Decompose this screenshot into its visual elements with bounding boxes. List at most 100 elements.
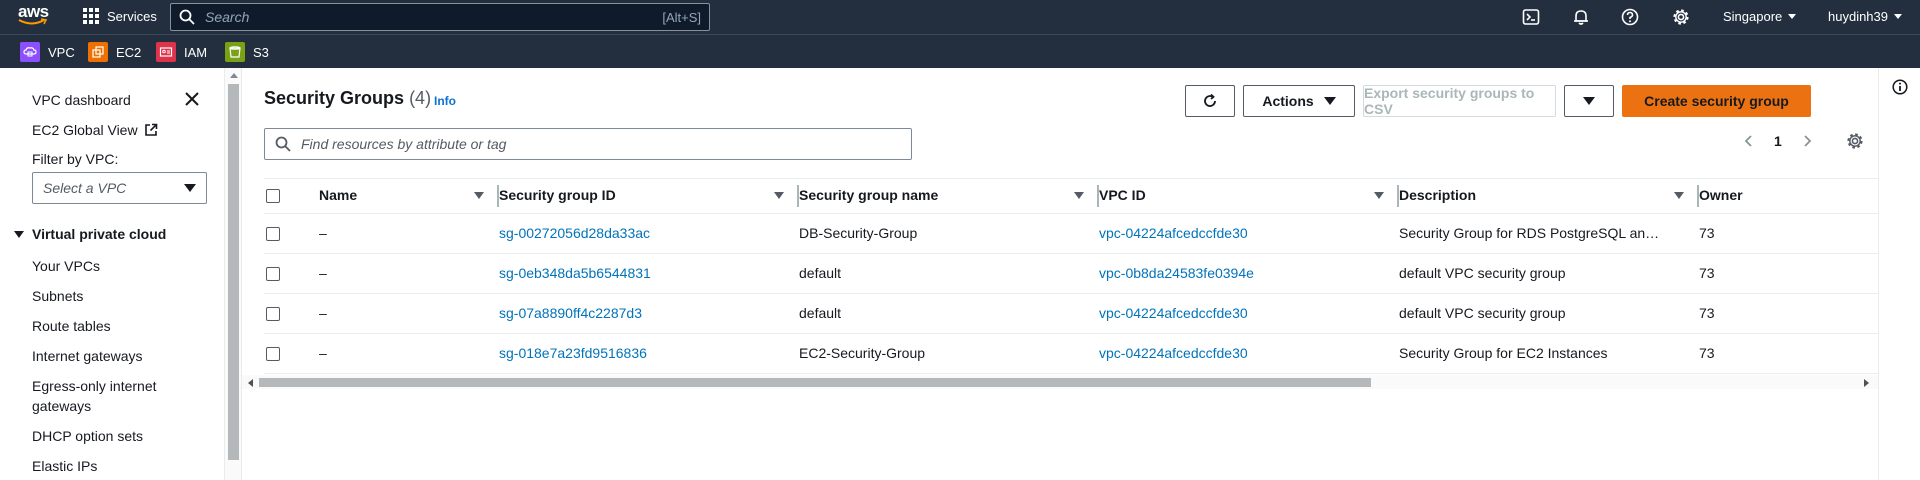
sort-caret-icon[interactable] bbox=[1674, 192, 1684, 199]
column-header-vpc-id[interactable]: VPC ID bbox=[1099, 187, 1146, 203]
sort-caret-icon[interactable] bbox=[474, 192, 484, 199]
section-virtual-private-cloud[interactable]: Virtual private cloud bbox=[14, 226, 166, 242]
account-menu[interactable]: huydinh39 bbox=[1828, 9, 1902, 24]
chevron-right-icon[interactable] bbox=[1800, 134, 1814, 148]
aws-logo[interactable]: aws bbox=[18, 3, 50, 29]
search-shortcut: [Alt+S] bbox=[662, 9, 701, 25]
cell-security-group-id[interactable]: sg-018e7a23fd9516836 bbox=[499, 345, 647, 361]
favorite-label: S3 bbox=[253, 44, 269, 60]
search-placeholder: Search bbox=[205, 9, 250, 25]
global-search-input[interactable]: Search [Alt+S] bbox=[170, 3, 710, 31]
scroll-up-arrow-icon[interactable] bbox=[230, 73, 238, 78]
column-header-owner[interactable]: Owner bbox=[1699, 187, 1743, 203]
region-selector[interactable]: Singapore bbox=[1723, 9, 1797, 24]
ec2-icon bbox=[88, 42, 108, 62]
current-page[interactable]: 1 bbox=[1774, 133, 1782, 149]
sidebar-item-route-tables[interactable]: Route tables bbox=[32, 316, 111, 336]
table-horizontal-scrollbar[interactable] bbox=[242, 375, 1878, 389]
row-checkbox[interactable] bbox=[266, 227, 280, 241]
cell-vpc-id[interactable]: vpc-04224afcedccfde30 bbox=[1099, 305, 1248, 321]
notifications-bell-icon[interactable] bbox=[1572, 8, 1590, 26]
resource-filter-field[interactable] bbox=[264, 128, 912, 160]
sidebar-scroll-thumb[interactable] bbox=[228, 84, 239, 460]
export-options-dropdown-button[interactable] bbox=[1564, 85, 1614, 117]
table-row[interactable]: – sg-00272056d28da33ac DB-Security-Group… bbox=[264, 214, 1878, 254]
favorite-label: VPC bbox=[48, 44, 75, 60]
scroll-right-arrow-icon[interactable] bbox=[1864, 379, 1869, 387]
column-header-security-group-id[interactable]: Security group ID bbox=[499, 187, 616, 203]
favorite-iam[interactable]: IAM bbox=[156, 42, 207, 62]
help-panel-rail bbox=[1878, 68, 1920, 480]
cell-vpc-id[interactable]: vpc-0b8da24583fe0394e bbox=[1099, 265, 1254, 281]
cell-owner: 73 bbox=[1699, 225, 1715, 241]
export-csv-button[interactable]: Export security groups to CSV bbox=[1363, 85, 1556, 117]
services-menu-button[interactable]: Services bbox=[83, 8, 157, 24]
help-icon[interactable] bbox=[1621, 8, 1639, 26]
cell-security-group-name: default bbox=[799, 305, 842, 321]
favorite-vpc[interactable]: VPC bbox=[20, 42, 75, 62]
table-row[interactable]: – sg-0eb348da5b6544831 default vpc-0b8da… bbox=[264, 254, 1878, 294]
top-navigation: aws Services Search [Alt+S] Singapore hu… bbox=[0, 0, 1920, 34]
refresh-button[interactable] bbox=[1185, 85, 1235, 117]
favorite-label: EC2 bbox=[116, 44, 142, 60]
caret-down-icon bbox=[1583, 97, 1595, 105]
row-checkbox[interactable] bbox=[266, 347, 280, 361]
page-title: Security Groups (4) bbox=[264, 88, 431, 109]
close-navigation-icon[interactable] bbox=[184, 91, 200, 107]
cell-vpc-id[interactable]: vpc-04224afcedccfde30 bbox=[1099, 225, 1248, 241]
select-all-checkbox[interactable] bbox=[266, 189, 280, 203]
cell-security-group-name: DB-Security-Group bbox=[799, 225, 918, 241]
favorites-bar: VPC EC2 IAM S3 bbox=[0, 34, 1920, 68]
resource-filter-input[interactable] bbox=[301, 136, 901, 152]
search-icon bbox=[275, 136, 291, 152]
aws-smile-icon bbox=[18, 18, 48, 25]
cell-security-group-id[interactable]: sg-07a8890ff4c2287d3 bbox=[499, 305, 642, 321]
pagination: 1 bbox=[1742, 132, 1864, 150]
search-icon bbox=[179, 9, 195, 25]
settings-gear-icon[interactable] bbox=[1672, 8, 1690, 26]
table-row[interactable]: – sg-018e7a23fd9516836 EC2-Security-Grou… bbox=[264, 334, 1878, 374]
refresh-icon bbox=[1204, 93, 1216, 107]
vpc-filter-select[interactable]: Select a VPC bbox=[32, 172, 207, 204]
info-link[interactable]: Info bbox=[434, 94, 456, 108]
services-grid-icon bbox=[83, 8, 99, 24]
sidebar-item-dhcp-option-sets[interactable]: DHCP option sets bbox=[32, 426, 143, 446]
create-security-group-button[interactable]: Create security group bbox=[1622, 85, 1811, 117]
sidebar-item-ec2-global-view[interactable]: EC2 Global View bbox=[32, 120, 158, 140]
chevron-left-icon[interactable] bbox=[1742, 134, 1756, 148]
sort-caret-icon[interactable] bbox=[1374, 192, 1384, 199]
cell-security-group-id[interactable]: sg-00272056d28da33ac bbox=[499, 225, 650, 241]
sidebar-item-vpc-dashboard[interactable]: VPC dashboard bbox=[32, 90, 131, 110]
sort-caret-icon[interactable] bbox=[1074, 192, 1084, 199]
column-header-description[interactable]: Description bbox=[1399, 187, 1476, 203]
info-panel-icon[interactable] bbox=[1892, 79, 1908, 95]
cell-security-group-id[interactable]: sg-0eb348da5b6544831 bbox=[499, 265, 651, 281]
favorite-ec2[interactable]: EC2 bbox=[88, 42, 141, 62]
account-label: huydinh39 bbox=[1828, 9, 1888, 24]
cloudshell-icon[interactable] bbox=[1522, 8, 1540, 26]
row-checkbox[interactable] bbox=[266, 267, 280, 281]
sort-caret-icon[interactable] bbox=[774, 192, 784, 199]
favorite-s3[interactable]: S3 bbox=[225, 42, 269, 62]
sidebar-item-egress-only-internet-gateways[interactable]: Egress-only internet gateways bbox=[32, 376, 182, 416]
sidebar-scrollbar[interactable] bbox=[224, 68, 242, 480]
sidebar-item-label: EC2 Global View bbox=[32, 122, 138, 138]
sidebar-item-your-vpcs[interactable]: Your VPCs bbox=[32, 256, 100, 276]
s3-icon bbox=[225, 42, 245, 62]
row-checkbox[interactable] bbox=[266, 307, 280, 321]
column-header-security-group-name[interactable]: Security group name bbox=[799, 187, 938, 203]
cell-name: – bbox=[319, 225, 327, 241]
table-scroll-thumb[interactable] bbox=[259, 378, 1371, 387]
table-header: Name Security group ID Security group na… bbox=[264, 178, 1878, 214]
scroll-left-arrow-icon[interactable] bbox=[248, 379, 253, 387]
cell-owner: 73 bbox=[1699, 345, 1715, 361]
sidebar-item-elastic-ips[interactable]: Elastic IPs bbox=[32, 456, 97, 476]
cell-vpc-id[interactable]: vpc-04224afcedccfde30 bbox=[1099, 345, 1248, 361]
table-row[interactable]: – sg-07a8890ff4c2287d3 default vpc-04224… bbox=[264, 294, 1878, 334]
sidebar-item-subnets[interactable]: Subnets bbox=[32, 286, 83, 306]
table-preferences-gear-icon[interactable] bbox=[1846, 132, 1864, 150]
actions-button[interactable]: Actions bbox=[1243, 85, 1355, 117]
services-label: Services bbox=[107, 8, 157, 24]
sidebar-item-internet-gateways[interactable]: Internet gateways bbox=[32, 346, 143, 366]
column-header-name[interactable]: Name bbox=[319, 187, 357, 203]
